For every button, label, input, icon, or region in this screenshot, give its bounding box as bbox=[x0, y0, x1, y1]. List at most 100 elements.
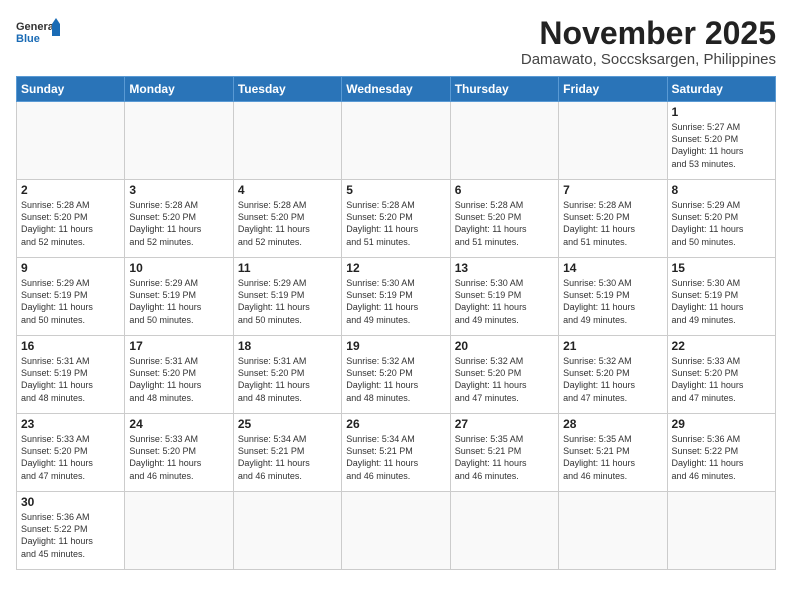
calendar-cell: 7 Sunrise: 5:28 AM Sunset: 5:20 PM Daylig… bbox=[559, 180, 667, 258]
calendar-cell: 21 Sunrise: 5:32 AM Sunset: 5:20 PM Dayli… bbox=[559, 336, 667, 414]
day-info: Sunrise: 5:34 AM Sunset: 5:21 PM Dayligh… bbox=[346, 433, 445, 482]
calendar-week-row: 9 Sunrise: 5:29 AM Sunset: 5:19 PM Daylig… bbox=[17, 258, 776, 336]
calendar-cell: 29Sunrise: 5:36 AM Sunset: 5:22 PM Dayli… bbox=[667, 414, 775, 492]
calendar-cell bbox=[233, 102, 341, 180]
calendar-cell: 3 Sunrise: 5:28 AM Sunset: 5:20 PM Daylig… bbox=[125, 180, 233, 258]
calendar-cell: 27 Sunrise: 5:35 AM Sunset: 5:21 PM Dayli… bbox=[450, 414, 558, 492]
calendar-cell: 8 Sunrise: 5:29 AM Sunset: 5:20 PM Daylig… bbox=[667, 180, 775, 258]
svg-text:Blue: Blue bbox=[16, 33, 40, 45]
calendar-cell bbox=[233, 492, 341, 570]
calendar-cell: 10Sunrise: 5:29 AM Sunset: 5:19 PM Dayli… bbox=[125, 258, 233, 336]
calendar-cell bbox=[17, 102, 125, 180]
day-number: 9 bbox=[21, 261, 120, 275]
day-number: 8 bbox=[672, 183, 771, 197]
weekday-header-saturday: Saturday bbox=[667, 77, 775, 102]
location-subtitle: Damawato, Soccsksargen, Philippines bbox=[521, 51, 776, 68]
day-number: 4 bbox=[238, 183, 337, 197]
day-number: 17 bbox=[129, 339, 228, 353]
calendar-cell: 17 Sunrise: 5:31 AM Sunset: 5:20 PM Dayli… bbox=[125, 336, 233, 414]
calendar-week-row: 23 Sunrise: 5:33 AM Sunset: 5:20 PM Dayli… bbox=[17, 414, 776, 492]
day-info: Sunrise: 5:28 AM Sunset: 5:20 PM Dayligh… bbox=[563, 199, 662, 248]
day-info: Sunrise: 5:31 AM Sunset: 5:20 PM Dayligh… bbox=[129, 355, 228, 404]
svg-text:General: General bbox=[16, 21, 57, 33]
calendar-cell bbox=[450, 492, 558, 570]
weekday-header-tuesday: Tuesday bbox=[233, 77, 341, 102]
weekday-header-row: SundayMondayTuesdayWednesdayThursdayFrid… bbox=[17, 77, 776, 102]
day-number: 7 bbox=[563, 183, 662, 197]
day-number: 19 bbox=[346, 339, 445, 353]
day-number: 11 bbox=[238, 261, 337, 275]
calendar-cell: 23 Sunrise: 5:33 AM Sunset: 5:20 PM Dayli… bbox=[17, 414, 125, 492]
day-number: 29 bbox=[672, 417, 771, 431]
calendar-cell: 9Sunrise: 5:29 AM Sunset: 5:19 PM Daylig… bbox=[17, 258, 125, 336]
day-number: 27 bbox=[455, 417, 554, 431]
day-info: Sunrise: 5:33 AM Sunset: 5:20 PM Dayligh… bbox=[21, 433, 120, 482]
weekday-header-monday: Monday bbox=[125, 77, 233, 102]
calendar-cell: 30Sunrise: 5:36 AM Sunset: 5:22 PM Dayli… bbox=[17, 492, 125, 570]
title-area: November 2025 Damawato, Soccsksargen, Ph… bbox=[521, 16, 776, 68]
calendar-cell: 26Sunrise: 5:34 AM Sunset: 5:21 PM Dayli… bbox=[342, 414, 450, 492]
day-info: Sunrise: 5:29 AM Sunset: 5:19 PM Dayligh… bbox=[129, 277, 228, 326]
day-info: Sunrise: 5:30 AM Sunset: 5:19 PM Dayligh… bbox=[563, 277, 662, 326]
day-number: 22 bbox=[672, 339, 771, 353]
day-number: 13 bbox=[455, 261, 554, 275]
calendar-cell: 16 Sunrise: 5:31 AM Sunset: 5:19 PM Dayli… bbox=[17, 336, 125, 414]
day-number: 15 bbox=[672, 261, 771, 275]
day-info: Sunrise: 5:32 AM Sunset: 5:20 PM Dayligh… bbox=[563, 355, 662, 404]
calendar-cell: 5Sunrise: 5:28 AM Sunset: 5:20 PM Daylig… bbox=[342, 180, 450, 258]
day-info: Sunrise: 5:30 AM Sunset: 5:19 PM Dayligh… bbox=[455, 277, 554, 326]
calendar-cell: 4 Sunrise: 5:28 AM Sunset: 5:20 PM Daylig… bbox=[233, 180, 341, 258]
calendar-cell: 11 Sunrise: 5:29 AM Sunset: 5:19 PM Dayli… bbox=[233, 258, 341, 336]
calendar-cell: 1 Sunrise: 5:27 AM Sunset: 5:20 PM Daylig… bbox=[667, 102, 775, 180]
day-info: Sunrise: 5:30 AM Sunset: 5:19 PM Dayligh… bbox=[672, 277, 771, 326]
day-number: 21 bbox=[563, 339, 662, 353]
calendar-cell: 25 Sunrise: 5:34 AM Sunset: 5:21 PM Dayli… bbox=[233, 414, 341, 492]
day-number: 25 bbox=[238, 417, 337, 431]
day-info: Sunrise: 5:28 AM Sunset: 5:20 PM Dayligh… bbox=[346, 199, 445, 248]
calendar-table: SundayMondayTuesdayWednesdayThursdayFrid… bbox=[16, 76, 776, 570]
calendar-week-row: 16 Sunrise: 5:31 AM Sunset: 5:19 PM Dayli… bbox=[17, 336, 776, 414]
calendar-cell bbox=[342, 492, 450, 570]
calendar-cell: 12 Sunrise: 5:30 AM Sunset: 5:19 PM Dayli… bbox=[342, 258, 450, 336]
calendar-cell: 14 Sunrise: 5:30 AM Sunset: 5:19 PM Dayli… bbox=[559, 258, 667, 336]
weekday-header-sunday: Sunday bbox=[17, 77, 125, 102]
day-number: 24 bbox=[129, 417, 228, 431]
calendar-cell: 15 Sunrise: 5:30 AM Sunset: 5:19 PM Dayli… bbox=[667, 258, 775, 336]
day-number: 16 bbox=[21, 339, 120, 353]
day-number: 14 bbox=[563, 261, 662, 275]
calendar-cell: 13 Sunrise: 5:30 AM Sunset: 5:19 PM Dayli… bbox=[450, 258, 558, 336]
day-number: 1 bbox=[672, 105, 771, 119]
day-info: Sunrise: 5:33 AM Sunset: 5:20 PM Dayligh… bbox=[129, 433, 228, 482]
calendar-cell bbox=[559, 492, 667, 570]
calendar-cell: 2Sunrise: 5:28 AM Sunset: 5:20 PM Daylig… bbox=[17, 180, 125, 258]
day-info: Sunrise: 5:30 AM Sunset: 5:19 PM Dayligh… bbox=[346, 277, 445, 326]
day-number: 2 bbox=[21, 183, 120, 197]
day-info: Sunrise: 5:29 AM Sunset: 5:20 PM Dayligh… bbox=[672, 199, 771, 248]
day-info: Sunrise: 5:35 AM Sunset: 5:21 PM Dayligh… bbox=[455, 433, 554, 482]
day-number: 6 bbox=[455, 183, 554, 197]
day-info: Sunrise: 5:32 AM Sunset: 5:20 PM Dayligh… bbox=[455, 355, 554, 404]
day-number: 30 bbox=[21, 495, 120, 509]
calendar-cell: 28Sunrise: 5:35 AM Sunset: 5:21 PM Dayli… bbox=[559, 414, 667, 492]
day-number: 23 bbox=[21, 417, 120, 431]
day-number: 12 bbox=[346, 261, 445, 275]
calendar-cell bbox=[125, 102, 233, 180]
calendar-week-row: 30Sunrise: 5:36 AM Sunset: 5:22 PM Dayli… bbox=[17, 492, 776, 570]
day-info: Sunrise: 5:34 AM Sunset: 5:21 PM Dayligh… bbox=[238, 433, 337, 482]
calendar-cell bbox=[559, 102, 667, 180]
day-number: 28 bbox=[563, 417, 662, 431]
day-info: Sunrise: 5:32 AM Sunset: 5:20 PM Dayligh… bbox=[346, 355, 445, 404]
calendar-cell bbox=[342, 102, 450, 180]
day-info: Sunrise: 5:29 AM Sunset: 5:19 PM Dayligh… bbox=[238, 277, 337, 326]
calendar-week-row: 1 Sunrise: 5:27 AM Sunset: 5:20 PM Daylig… bbox=[17, 102, 776, 180]
day-info: Sunrise: 5:28 AM Sunset: 5:20 PM Dayligh… bbox=[129, 199, 228, 248]
day-info: Sunrise: 5:27 AM Sunset: 5:20 PM Dayligh… bbox=[672, 121, 771, 170]
calendar-cell: 20Sunrise: 5:32 AM Sunset: 5:20 PM Dayli… bbox=[450, 336, 558, 414]
weekday-header-friday: Friday bbox=[559, 77, 667, 102]
day-info: Sunrise: 5:28 AM Sunset: 5:20 PM Dayligh… bbox=[238, 199, 337, 248]
day-number: 3 bbox=[129, 183, 228, 197]
day-info: Sunrise: 5:31 AM Sunset: 5:19 PM Dayligh… bbox=[21, 355, 120, 404]
calendar-cell bbox=[450, 102, 558, 180]
calendar-cell: 24 Sunrise: 5:33 AM Sunset: 5:20 PM Dayli… bbox=[125, 414, 233, 492]
calendar-cell: 19 Sunrise: 5:32 AM Sunset: 5:20 PM Dayli… bbox=[342, 336, 450, 414]
